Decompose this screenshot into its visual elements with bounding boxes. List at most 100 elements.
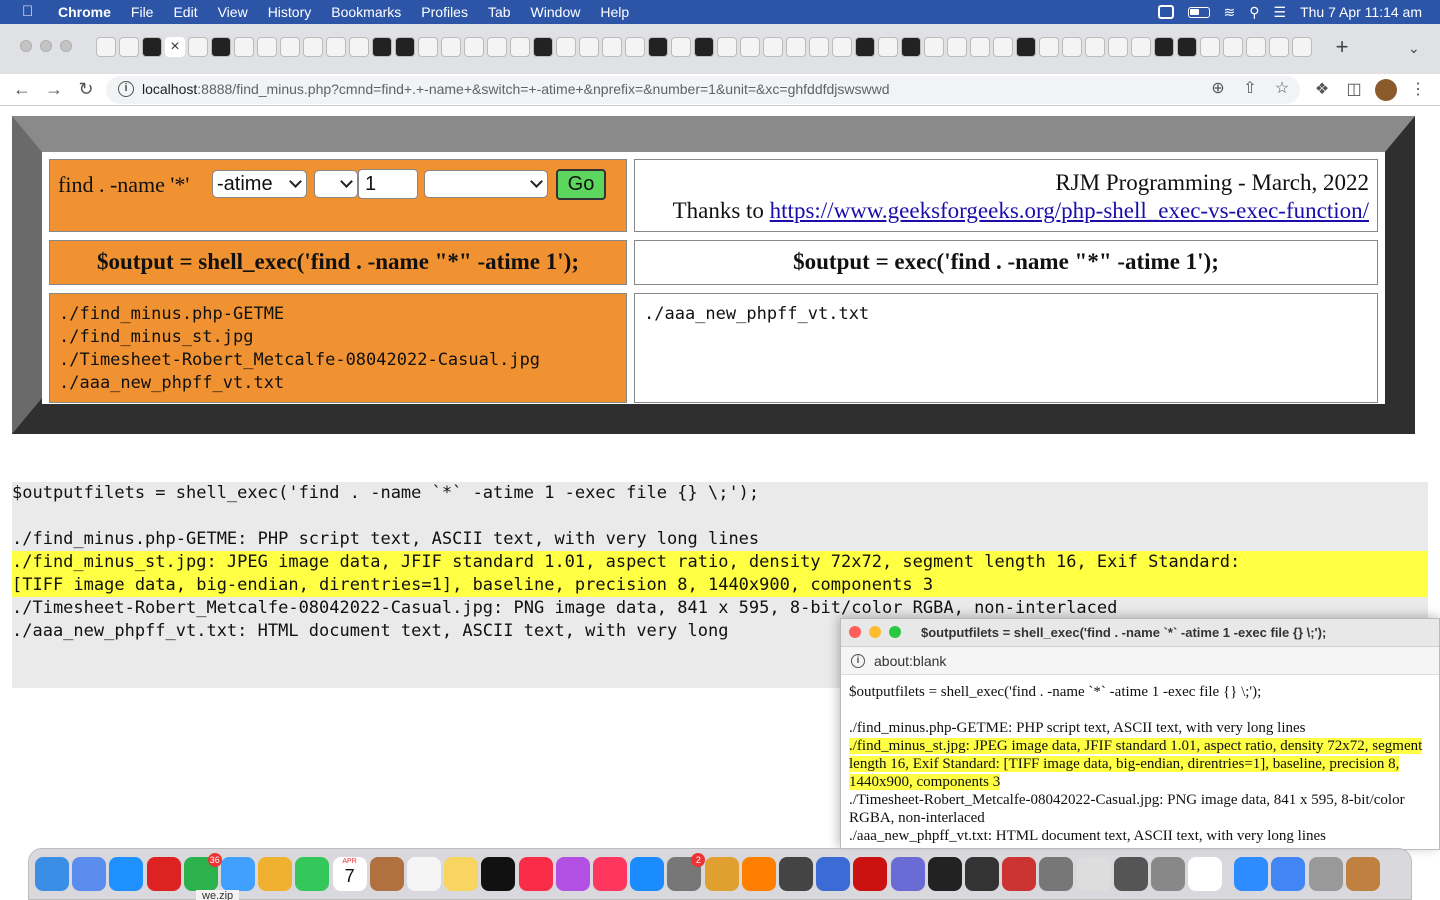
- switch-select[interactable]: -atime: [212, 170, 307, 198]
- bbedit-icon[interactable]: [890, 857, 925, 891]
- browser-tab[interactable]: [671, 37, 691, 57]
- app-store-icon[interactable]: [630, 857, 665, 891]
- more-menu-icon[interactable]: ⋮: [1408, 80, 1428, 100]
- browser-tab[interactable]: [993, 37, 1013, 57]
- unit-select[interactable]: [424, 170, 548, 198]
- forward-arrow-icon[interactable]: →: [42, 78, 66, 102]
- search-icon[interactable]: ⚲: [1249, 4, 1259, 21]
- browser-tab[interactable]: [602, 37, 622, 57]
- browser-tab[interactable]: [625, 37, 645, 57]
- profile-avatar[interactable]: [1375, 79, 1397, 101]
- browser-tab[interactable]: [694, 37, 714, 57]
- browser-tab[interactable]: [1154, 37, 1174, 57]
- calendar-icon[interactable]: APR 7: [332, 857, 367, 891]
- browser-tab[interactable]: [740, 37, 760, 57]
- browser-tab[interactable]: [119, 37, 139, 57]
- close-window-button[interactable]: [20, 40, 32, 52]
- browser-tab[interactable]: [418, 37, 438, 57]
- menu-view[interactable]: View: [218, 4, 248, 20]
- music-icon[interactable]: [518, 857, 553, 891]
- go-button[interactable]: Go: [556, 169, 606, 200]
- download-item[interactable]: we.zip: [196, 890, 240, 900]
- browser-tab[interactable]: [924, 37, 944, 57]
- finder-window-icon[interactable]: [1308, 857, 1343, 891]
- browser-tab[interactable]: [855, 37, 875, 57]
- calculator-icon[interactable]: [779, 857, 813, 891]
- browser-tab[interactable]: [1223, 37, 1243, 57]
- notes-icon[interactable]: [444, 857, 479, 891]
- side-panel-icon[interactable]: ◫: [1344, 80, 1364, 100]
- browser-tab[interactable]: [464, 37, 484, 57]
- screen-mirror-icon[interactable]: [1157, 5, 1174, 19]
- browser-tab[interactable]: [1131, 37, 1151, 57]
- browser-tab[interactable]: [211, 37, 231, 57]
- browser-tab[interactable]: [1292, 37, 1312, 57]
- messages-icon[interactable]: 36: [183, 853, 222, 891]
- popup-minimize-button[interactable]: [869, 626, 881, 638]
- reminders-icon[interactable]: [407, 857, 441, 891]
- popup-titlebar[interactable]: $outputfilets = shell_exec('find . -name…: [841, 619, 1439, 647]
- zoom-icon[interactable]: [1151, 857, 1185, 891]
- menu-history[interactable]: History: [268, 4, 312, 20]
- browser-tab[interactable]: [326, 37, 346, 57]
- launchpad-icon[interactable]: [72, 857, 107, 891]
- menu-clock[interactable]: Thu 7 Apr 11:14 am: [1300, 4, 1422, 20]
- chrome-icon[interactable]: [1188, 857, 1223, 891]
- back-arrow-icon[interactable]: ←: [10, 78, 34, 102]
- firefox-icon[interactable]: [741, 857, 776, 891]
- reload-icon[interactable]: ↻: [74, 78, 98, 102]
- site-info-icon[interactable]: i: [851, 654, 865, 668]
- automator-icon[interactable]: [1234, 857, 1269, 891]
- facetime-icon[interactable]: [295, 857, 330, 891]
- textedit-icon[interactable]: [1076, 857, 1111, 891]
- menu-bookmarks[interactable]: Bookmarks: [331, 4, 401, 20]
- system-preferences-icon[interactable]: 2: [667, 853, 706, 891]
- active-tab[interactable]: ×: [165, 37, 185, 57]
- opera-icon[interactable]: [146, 857, 181, 891]
- github-icon[interactable]: [965, 857, 999, 891]
- popup-url[interactable]: about:blank: [874, 653, 946, 669]
- geeksforgeeks-link[interactable]: https://www.geeksforgeeks.org/php-shell_…: [770, 198, 1369, 223]
- browser-tab[interactable]: [487, 37, 507, 57]
- new-tab-button[interactable]: +: [1330, 36, 1354, 60]
- browser-tab[interactable]: [441, 37, 461, 57]
- minimize-window-button[interactable]: [40, 40, 52, 52]
- share-icon[interactable]: ⇧: [1240, 79, 1260, 99]
- menu-profiles[interactable]: Profiles: [421, 4, 468, 20]
- browser-tab[interactable]: [648, 37, 668, 57]
- browser-tab[interactable]: [1062, 37, 1082, 57]
- zoom-window-button[interactable]: [60, 40, 72, 52]
- finder-icon[interactable]: [35, 857, 69, 891]
- browser-tab[interactable]: [878, 37, 898, 57]
- browser-tab[interactable]: [280, 37, 300, 57]
- terminal-icon[interactable]: [927, 857, 962, 891]
- browser-tab[interactable]: [303, 37, 323, 57]
- browser-tab[interactable]: [763, 37, 783, 57]
- gimp-icon[interactable]: [1113, 857, 1148, 891]
- news-icon[interactable]: [593, 857, 627, 891]
- prefix-select[interactable]: [314, 170, 358, 198]
- extensions-puzzle-icon[interactable]: ❖: [1312, 80, 1332, 100]
- browser-tab[interactable]: [142, 37, 162, 57]
- browser-tab[interactable]: [395, 37, 415, 57]
- browser-tab[interactable]: [832, 37, 852, 57]
- menu-help[interactable]: Help: [600, 4, 629, 20]
- browser-tab[interactable]: [1085, 37, 1105, 57]
- browser-tab[interactable]: [717, 37, 737, 57]
- browser-tab[interactable]: [970, 37, 990, 57]
- tab-search-chevron-icon[interactable]: ⌄: [1408, 40, 1420, 57]
- menu-app-name[interactable]: Chrome: [58, 4, 111, 20]
- safari-icon[interactable]: [109, 857, 144, 891]
- site-info-icon[interactable]: i: [118, 81, 134, 97]
- menu-edit[interactable]: Edit: [173, 4, 197, 20]
- trash-icon[interactable]: [1345, 857, 1380, 891]
- menu-tab[interactable]: Tab: [488, 4, 511, 20]
- popup-close-button[interactable]: [849, 626, 861, 638]
- browser-tab[interactable]: [510, 37, 530, 57]
- browser-tab[interactable]: [786, 37, 806, 57]
- archive-icon[interactable]: [1271, 857, 1306, 891]
- browser-tab[interactable]: [234, 37, 254, 57]
- bookmark-star-icon[interactable]: ☆: [1272, 79, 1292, 99]
- browser-tab[interactable]: [1108, 37, 1128, 57]
- number-input[interactable]: 1: [358, 169, 418, 199]
